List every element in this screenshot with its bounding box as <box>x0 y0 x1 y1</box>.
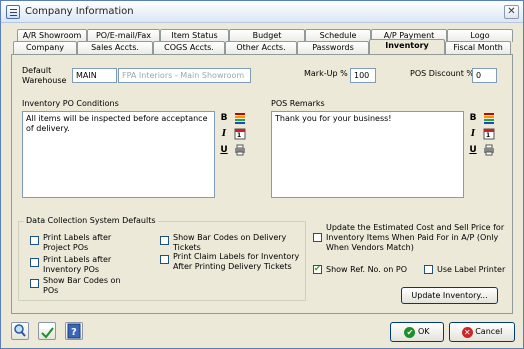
show-bar-codes-pos-checkbox[interactable] <box>30 279 39 288</box>
update-estimated-cost-checkbox[interactable] <box>313 233 322 242</box>
show-ref-no-label: Show Ref. No. on PO <box>326 265 408 274</box>
use-label-printer-label: Use Label Printer <box>437 265 506 274</box>
italic-icon[interactable]: I <box>217 128 231 141</box>
pos-bold-icon[interactable]: B <box>466 112 480 125</box>
pos-remarks-label: POS Remarks <box>271 99 325 108</box>
color-icon[interactable] <box>233 112 247 125</box>
pos-calendar-day-label: 1 <box>486 132 491 139</box>
svg-text:?: ? <box>71 327 77 338</box>
tab-inventory[interactable]: Inventory <box>369 39 445 54</box>
tab-passwords[interactable]: Passwords <box>297 41 369 54</box>
tab-sales-accts[interactable]: Sales Accts. <box>77 41 153 54</box>
pos-calendar-icon[interactable]: 1 <box>482 128 496 141</box>
inventory-po-conditions-label: Inventory PO Conditions <box>22 99 119 108</box>
markup-label: Mark-Up % <box>304 69 348 78</box>
markup-field[interactable]: 100 <box>350 68 376 83</box>
print-claim-labels-checkbox[interactable] <box>160 255 169 264</box>
pos-color-icon[interactable] <box>482 112 496 125</box>
ok-check-icon: ✔ <box>404 326 416 338</box>
tab-fiscal-month[interactable]: Fiscal Month <box>445 41 511 54</box>
print-icon[interactable] <box>233 144 247 157</box>
print-labels-inventory-pos-checkbox[interactable] <box>30 258 39 267</box>
underline-icon[interactable]: U <box>217 144 231 157</box>
pos-print-icon[interactable] <box>482 144 496 157</box>
cancel-x-icon: ✕ <box>461 326 473 338</box>
warehouse-code-field[interactable]: MAIN <box>72 68 117 83</box>
use-label-printer-checkbox[interactable] <box>424 265 433 274</box>
pos-remarks-field[interactable]: Thank you for your business! <box>271 111 464 198</box>
print-labels-project-pos-label: Print Labels after Project POs <box>43 233 112 252</box>
warehouse-name-field: FPA Interiors - Main Showroom <box>118 68 251 83</box>
show-bar-codes-delivery-label: Show Bar Codes on Delivery Tickets <box>173 233 287 252</box>
cancel-button[interactable]: ✕ Cancel <box>449 322 515 342</box>
tab-cogs-accts[interactable]: COGS Accts. <box>153 41 225 54</box>
calendar-icon[interactable]: 1 <box>233 128 247 141</box>
show-ref-no-checkbox[interactable] <box>313 264 322 274</box>
bold-icon[interactable]: B <box>217 112 231 125</box>
cancel-label: Cancel <box>475 327 503 336</box>
pos-italic-icon[interactable]: I <box>466 128 480 141</box>
print-claim-labels-label: Print Claim Labels for Inventory After P… <box>173 252 300 271</box>
data-collection-title: Data Collection System Defaults <box>24 216 158 225</box>
show-bar-codes-delivery-checkbox[interactable] <box>160 236 169 245</box>
help-icon: ? <box>67 323 81 339</box>
update-estimated-cost-label: Update the Estimated Cost and Sell Price… <box>326 223 505 252</box>
window-icon <box>6 5 20 19</box>
ok-label: OK <box>418 327 430 336</box>
help-button[interactable]: ? <box>65 322 83 340</box>
title-bar: Company Information ✕ <box>1 1 523 23</box>
ok-button[interactable]: ✔ OK <box>390 322 444 342</box>
search-icon <box>14 324 26 337</box>
close-button[interactable]: ✕ <box>504 5 519 19</box>
company-information-window: Company Information ✕ A/R Showroom PO/E-… <box>0 0 524 349</box>
default-warehouse-label: Default Warehouse <box>22 66 67 85</box>
inventory-po-conditions-field[interactable]: All items will be inspected before accep… <box>22 111 215 198</box>
print-labels-inventory-pos-label: Print Labels after Inventory POs <box>43 255 112 274</box>
pos-discount-label: POS Discount % <box>410 69 475 78</box>
search-button[interactable] <box>11 322 29 340</box>
calendar-day-label: 1 <box>237 132 242 139</box>
show-bar-codes-pos-label: Show Bar Codes on POs <box>43 276 121 295</box>
spell-check-icon <box>40 324 54 339</box>
print-labels-project-pos-checkbox[interactable] <box>30 236 39 245</box>
spell-check-button[interactable] <box>38 322 56 340</box>
inventory-tab-panel: Default Warehouse MAIN FPA Interiors - M… <box>11 54 513 314</box>
tab-company[interactable]: Company <box>13 41 77 54</box>
window-title: Company Information <box>25 6 134 17</box>
pos-underline-icon[interactable]: U <box>466 144 480 157</box>
pos-discount-field[interactable]: 0 <box>472 68 497 83</box>
update-inventory-button[interactable]: Update Inventory... <box>401 287 498 304</box>
tab-other-accts[interactable]: Other Accts. <box>225 41 297 54</box>
